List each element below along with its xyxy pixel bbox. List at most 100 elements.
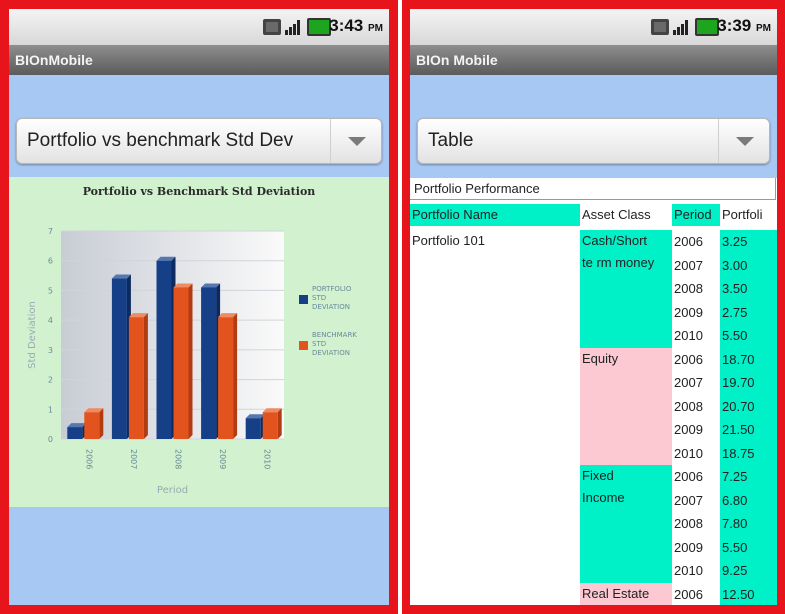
std-dev-bar-chart: Portfolio vs Benchmark Std Deviation 0 1 2… (27, 185, 357, 496)
battery-icon (695, 18, 719, 36)
legend-label: BENCHMARK (312, 331, 357, 339)
dropdown-arrow-icon[interactable] (330, 119, 381, 163)
period-cell: 2010 (674, 445, 703, 461)
column-header: Period (672, 204, 720, 226)
period-cell: 2006 (674, 234, 703, 249)
bar (128, 317, 144, 439)
asset-class-cell: Cash/Short te rm money (580, 230, 672, 348)
asset-class-cell: Fixed Income (580, 465, 672, 583)
right-phone-frame: 3:39 PM BIOn Mobile Table Portfolio Perf… (402, 0, 785, 614)
status-clock: 3:39 PM (717, 16, 771, 35)
right-phone-screen: 3:39 PM BIOn Mobile Table Portfolio Perf… (410, 9, 777, 605)
asset-class-line: Real Estate (582, 585, 650, 601)
portfolio-value-cell: 7.80 (720, 512, 777, 536)
portfolio-value-cell: 9.25 (720, 559, 777, 583)
legend-swatch (299, 295, 308, 304)
y-axis-label: Std Deviation (27, 301, 38, 369)
status-clock: 3:43 PM (329, 16, 383, 35)
legend-swatch (299, 341, 308, 350)
bar-side-face (99, 408, 104, 439)
bar-side-face (143, 313, 148, 439)
app-title: BIOn Mobile (416, 52, 498, 68)
portfolio-value-cell: 6.80 (720, 488, 777, 512)
signal-icon (673, 19, 691, 35)
column-header: Portfolio Name (410, 204, 580, 226)
bar (156, 260, 172, 439)
period-cell: 2010 (674, 328, 703, 343)
bar (218, 317, 234, 439)
period-cell: 2008 (674, 516, 703, 531)
period-cell: 2007 (674, 492, 703, 508)
column-header: Portfoli (720, 204, 777, 226)
portfolio-value-cell: 5.50 (720, 324, 777, 348)
signal-icon (285, 19, 303, 35)
period-cell: 2009 (674, 422, 703, 437)
period-cell: 2010 (674, 563, 703, 578)
status-bar: 3:43 PM (9, 9, 389, 45)
y-tick-label: 7 (48, 227, 53, 236)
period-cell: 2008 (674, 281, 703, 296)
app-title-bar: BIOnMobile (9, 45, 389, 75)
left-phone-frame: 3:43 PM BIOnMobile Portfolio vs benchmar… (0, 0, 398, 614)
portfolio-value-cell: 3.50 (720, 277, 777, 301)
period-cell: 2007 (674, 375, 703, 390)
asset-class-line: Equity (582, 350, 619, 366)
portfolio-performance-table: Portfolio Performance Portfolio Name Asset… (410, 178, 777, 605)
period-cell: 2006 (674, 586, 703, 602)
bar-side-face (233, 313, 238, 439)
spinner-selected-value: Table (428, 130, 474, 151)
portfolio-name-cell: Portfolio 101 (412, 233, 485, 248)
y-tick-label: 0 (48, 435, 53, 444)
portfolio-value-cell: 18.75 (720, 441, 777, 465)
left-content: Portfolio vs benchmark Std Dev Portfolio… (9, 75, 389, 605)
asset-class-line: te rm money (582, 255, 655, 270)
report-selector-spinner[interactable]: Portfolio vs benchmark Std Dev (16, 118, 382, 164)
y-tick-label: 3 (48, 346, 53, 355)
bar (67, 427, 83, 439)
legend-label: DEVIATION (312, 349, 350, 357)
portfolio-value-cell: 18.70 (720, 347, 777, 371)
legend-label: PORTFOLIO (312, 285, 352, 293)
asset-class-cell: Equity (580, 347, 672, 465)
portfolio-value-cell: 3.25 (720, 230, 777, 254)
data-transfer-icon (651, 19, 669, 35)
asset-class-line: Income (582, 490, 625, 505)
left-phone-screen: 3:43 PM BIOnMobile Portfolio vs benchmar… (9, 9, 389, 605)
bar (173, 287, 189, 439)
legend-label: DEVIATION (312, 303, 350, 311)
x-axis-label: Period (157, 485, 188, 496)
y-tick-label: 4 (48, 316, 53, 325)
x-tick-label: 2010 (263, 449, 272, 469)
portfolio-value-cell: 5.50 (720, 535, 777, 559)
bar (111, 278, 127, 439)
period-cell: 2006 (674, 351, 703, 367)
portfolio-value-cell: 21.50 (720, 418, 777, 442)
asset-class-line: Fixed (582, 468, 614, 483)
y-tick-label: 5 (48, 286, 53, 295)
legend-label: STD (312, 294, 326, 302)
bar-side-face (188, 283, 193, 439)
bar-side-face (277, 408, 282, 439)
column-header: Asset Class (580, 204, 672, 226)
view-selector-spinner[interactable]: Table (417, 118, 770, 164)
app-title-bar: BIOn Mobile (410, 45, 777, 75)
chart-title: Portfolio vs Benchmark Std Deviation (83, 185, 316, 198)
bar (245, 418, 261, 439)
asset-class-line: Cash/Short (582, 233, 648, 248)
legend-label: STD (312, 340, 326, 348)
period-cell: 2006 (674, 469, 703, 484)
period-cell: 2009 (674, 539, 703, 555)
table-title: Portfolio Performance (410, 178, 776, 200)
portfolio-value-cell: 3.00 (720, 253, 777, 277)
dropdown-arrow-icon[interactable] (718, 119, 769, 163)
spinner-selected-value: Portfolio vs benchmark Std Dev (27, 130, 294, 151)
app-title: BIOnMobile (15, 52, 93, 68)
portfolio-value-cell: 2.75 (720, 300, 777, 324)
data-transfer-icon (263, 19, 281, 35)
portfolio-value-cell: 20.70 (720, 394, 777, 418)
x-tick-label: 2007 (129, 449, 138, 469)
right-content: Table Portfolio Performance Portfolio Nam… (410, 75, 777, 605)
bar (262, 412, 278, 439)
std-dev-chart-panel: Portfolio vs Benchmark Std Deviation 0 1 2… (9, 177, 389, 507)
bar (84, 412, 100, 439)
